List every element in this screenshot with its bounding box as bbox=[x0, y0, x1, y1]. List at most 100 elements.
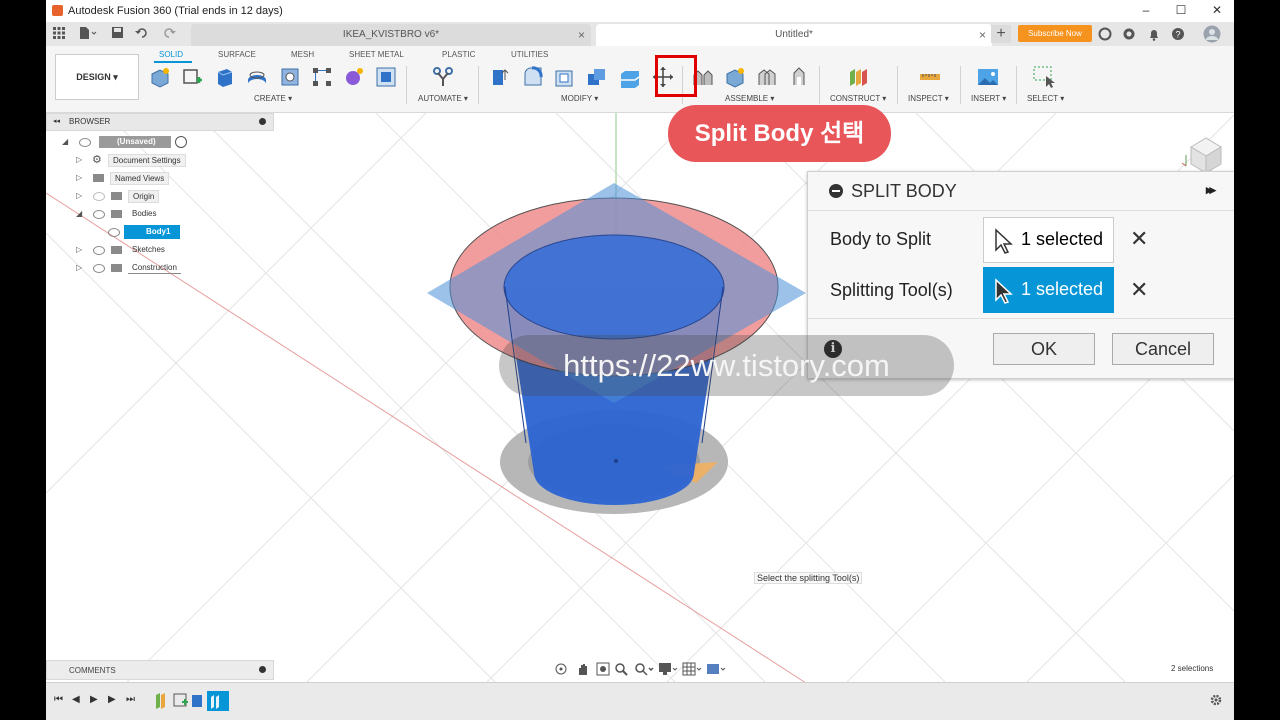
expand-dialog-icon[interactable]: ▸▸ bbox=[1206, 182, 1216, 198]
splitting-tools-selector[interactable]: 1 selected bbox=[983, 267, 1114, 313]
split-body-icon[interactable] bbox=[619, 69, 641, 91]
motion-link-icon[interactable] bbox=[788, 66, 810, 88]
add-comment-icon[interactable] bbox=[259, 666, 266, 673]
go-to-end-icon[interactable]: ⏭ bbox=[126, 694, 135, 705]
collapse-dialog-icon[interactable] bbox=[829, 184, 843, 198]
press-pull-icon[interactable] bbox=[489, 66, 511, 88]
zoom-icon[interactable] bbox=[614, 662, 628, 676]
display-settings-icon[interactable] bbox=[658, 662, 680, 676]
go-to-start-icon[interactable]: ⏮ bbox=[54, 694, 63, 705]
body-to-split-selector[interactable]: 1 selected bbox=[983, 217, 1114, 263]
expand-triangle-icon[interactable]: ▷ bbox=[76, 261, 82, 275]
create-menu[interactable]: CREATE ▾ bbox=[254, 94, 292, 103]
maximize-button[interactable]: ☐ bbox=[1171, 3, 1191, 19]
automate-menu[interactable]: AUTOMATE ▾ bbox=[418, 94, 468, 103]
revolve-icon[interactable] bbox=[246, 66, 268, 88]
grid-snaps-icon[interactable] bbox=[682, 662, 704, 676]
new-component-icon[interactable] bbox=[149, 66, 171, 88]
collapse-triangle-icon[interactable]: ◢ bbox=[76, 207, 82, 221]
browser-root-unsaved[interactable]: ◢ (Unsaved) bbox=[62, 135, 262, 149]
comments-panel[interactable]: COMMENTS bbox=[46, 660, 274, 680]
app-grid-icon[interactable] bbox=[53, 27, 65, 39]
browser-header[interactable]: ◂◂ BROWSER bbox=[46, 113, 274, 131]
primitive-box-icon[interactable] bbox=[375, 66, 397, 88]
play-icon[interactable]: ▶ bbox=[90, 694, 98, 705]
create-sketch-icon[interactable] bbox=[181, 66, 203, 88]
cancel-button[interactable]: Cancel bbox=[1112, 333, 1214, 365]
insert-menu[interactable]: INSERT ▾ bbox=[971, 94, 1006, 103]
viewports-icon[interactable] bbox=[706, 662, 728, 676]
undo-icon[interactable] bbox=[135, 27, 159, 39]
tab-mesh[interactable]: MESH bbox=[291, 50, 314, 59]
collapse-browser-icon[interactable]: ◂◂ bbox=[53, 117, 60, 125]
expand-triangle-icon[interactable]: ◢ bbox=[62, 135, 68, 149]
fillet-icon[interactable] bbox=[522, 66, 544, 88]
timeline-settings-icon[interactable] bbox=[1209, 693, 1223, 707]
ok-button[interactable]: OK bbox=[993, 333, 1095, 365]
visibility-eye-icon[interactable] bbox=[93, 210, 105, 219]
expand-triangle-icon[interactable]: ▷ bbox=[76, 243, 82, 257]
visibility-eye-icon[interactable] bbox=[93, 192, 105, 201]
visibility-eye-icon[interactable] bbox=[93, 264, 105, 273]
save-icon[interactable] bbox=[112, 27, 124, 39]
new-component-assemble-icon[interactable] bbox=[724, 66, 746, 88]
subscribe-button[interactable]: Subscribe Now bbox=[1018, 25, 1092, 42]
pan-icon[interactable] bbox=[576, 662, 590, 676]
insert-image-icon[interactable] bbox=[977, 66, 999, 88]
close-window-button[interactable]: ✕ bbox=[1207, 3, 1227, 19]
tab-surface[interactable]: SURFACE bbox=[218, 50, 256, 59]
expand-triangle-icon[interactable]: ▷ bbox=[76, 189, 82, 203]
automate-icon[interactable] bbox=[432, 66, 454, 88]
assemble-menu[interactable]: ASSEMBLE ▾ bbox=[725, 94, 774, 103]
construct-menu[interactable]: CONSTRUCT ▾ bbox=[830, 94, 886, 103]
visibility-eye-icon[interactable] bbox=[93, 246, 105, 255]
activate-radio-icon[interactable] bbox=[175, 136, 187, 148]
tab-plastic[interactable]: PLASTIC bbox=[442, 50, 475, 59]
workspace-design-dropdown[interactable]: DESIGN ▾ bbox=[55, 54, 139, 100]
as-built-joint-icon[interactable] bbox=[756, 66, 778, 88]
tab-utilities[interactable]: UTILITIES bbox=[511, 50, 548, 59]
view-cube[interactable] bbox=[1181, 137, 1222, 174]
browser-options-icon[interactable] bbox=[259, 118, 266, 125]
offset-plane-icon[interactable] bbox=[847, 66, 869, 88]
visibility-eye-icon[interactable] bbox=[79, 138, 91, 147]
clear-splitting-tools-button[interactable]: ✕ bbox=[1130, 277, 1148, 303]
close-tab-icon[interactable]: × bbox=[979, 24, 986, 46]
clear-body-to-split-button[interactable]: ✕ bbox=[1130, 226, 1148, 252]
select-window-icon[interactable] bbox=[1033, 66, 1055, 88]
orbit-icon[interactable] bbox=[554, 662, 568, 676]
timeline-features[interactable] bbox=[154, 689, 234, 713]
measure-icon[interactable] bbox=[919, 66, 941, 88]
modify-menu[interactable]: MODIFY ▾ bbox=[561, 94, 598, 103]
visibility-eye-icon[interactable] bbox=[108, 228, 120, 237]
minimize-button[interactable]: – bbox=[1136, 3, 1156, 19]
user-avatar-icon[interactable] bbox=[1203, 25, 1221, 43]
gear-icon: ⚙ bbox=[92, 154, 102, 166]
hole-icon[interactable] bbox=[279, 66, 301, 88]
select-menu[interactable]: SELECT ▾ bbox=[1027, 94, 1064, 103]
step-back-icon[interactable]: ◀ bbox=[72, 694, 80, 705]
tab-sheet-metal[interactable]: SHEET METAL bbox=[349, 50, 404, 59]
expand-triangle-icon[interactable]: ▷ bbox=[76, 153, 82, 167]
help-icon[interactable]: ? bbox=[1171, 27, 1185, 41]
shell-icon[interactable] bbox=[554, 66, 576, 88]
form-icon[interactable] bbox=[343, 66, 365, 88]
pattern-icon[interactable] bbox=[311, 66, 333, 88]
notifications-icon[interactable] bbox=[1147, 27, 1161, 41]
combine-icon[interactable] bbox=[586, 66, 608, 88]
fit-icon[interactable] bbox=[634, 662, 654, 676]
redo-icon[interactable] bbox=[164, 27, 186, 39]
tab-ikea-kvistbro[interactable]: IKEA_KVISTBRO v6* × bbox=[191, 24, 591, 46]
extrude-icon[interactable] bbox=[214, 66, 236, 88]
expand-triangle-icon[interactable]: ▷ bbox=[76, 171, 82, 185]
job-status-icon[interactable] bbox=[1122, 27, 1136, 41]
tab-untitled[interactable]: Untitled* × bbox=[596, 24, 992, 46]
close-tab-icon[interactable]: × bbox=[578, 24, 585, 46]
tab-solid[interactable]: SOLID bbox=[159, 50, 183, 59]
inspect-menu[interactable]: INSPECT ▾ bbox=[908, 94, 949, 103]
extensions-icon[interactable] bbox=[1098, 27, 1112, 41]
look-at-icon[interactable] bbox=[596, 662, 610, 676]
new-tab-button[interactable]: + bbox=[991, 25, 1011, 43]
step-forward-icon[interactable]: ▶ bbox=[108, 694, 116, 705]
file-menu-icon[interactable] bbox=[79, 27, 97, 39]
